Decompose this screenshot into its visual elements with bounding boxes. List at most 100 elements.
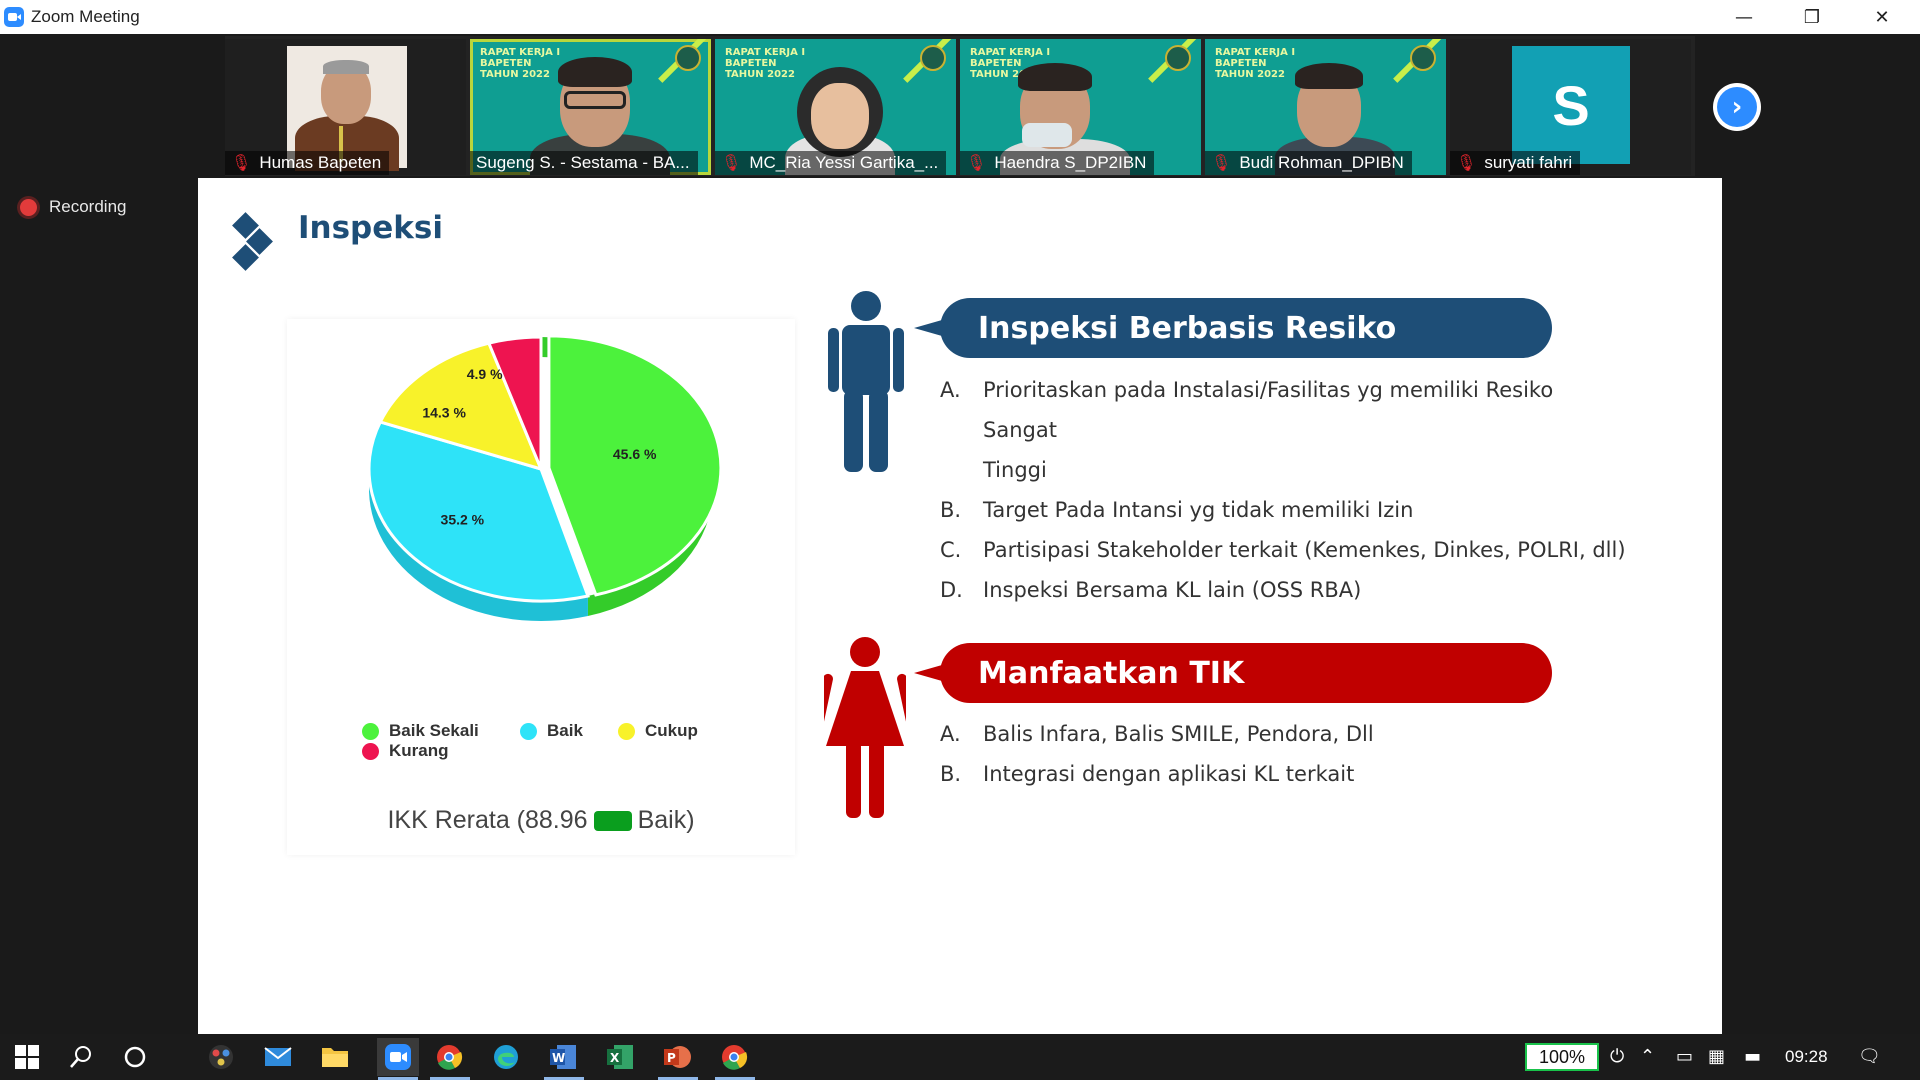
list-item: B. Integrasi dengan aplikasi KL terkait (940, 762, 1355, 786)
callout-heading: Manfaatkan TIK (978, 655, 1245, 691)
recording-indicator[interactable]: Recording (20, 197, 127, 217)
slide-title: Inspeksi (298, 210, 443, 246)
svg-text:X: X (610, 1051, 620, 1065)
photos-app-icon[interactable] (206, 1042, 236, 1072)
section1-list: A. Prioritaskan pada Instalasi/Fasilitas … (940, 370, 1630, 610)
ikk-status-bar (593, 810, 632, 831)
list-item: B. Target Pada Intansi yg tidak memiliki … (940, 498, 1414, 522)
participant-video-strip: 🎙 Humas Bapeten RAPAT KERJA I BAPETEN TAH… (225, 36, 1695, 176)
section2-list: A. Balis Infara, Balis SMILE, Pendora, Dl… (940, 714, 1630, 794)
participant-name: 🎙 MC_Ria Yessi Gartika_... (715, 151, 947, 175)
battery-percentage[interactable]: 100% (1525, 1043, 1599, 1071)
mail-icon[interactable] (263, 1042, 293, 1072)
legend-item: Cukup (618, 721, 698, 741)
network-icon[interactable]: ▦ (1708, 1046, 1725, 1067)
face-mask (1022, 123, 1072, 147)
zoom-app-icon (4, 7, 24, 27)
edge-icon[interactable] (491, 1042, 521, 1072)
muted-mic-icon: 🎙 (966, 155, 987, 172)
list-item: D. Inspeksi Bersama KL lain (OSS RBA) (940, 578, 1362, 602)
legend-swatch (362, 722, 379, 740)
callout-heading: Inspeksi Berbasis Resiko (978, 310, 1397, 346)
window-titlebar: Zoom Meeting — ❐ ✕ (0, 0, 1920, 34)
pie-data-label: 14.3 % (422, 405, 466, 421)
pie-chart: 45.6 % 35.2 % 14.3 % 4.9 % (367, 334, 723, 621)
recording-dot-icon (20, 198, 37, 216)
list-item: A. Balis Infara, Balis SMILE, Pendora, Dl… (940, 722, 1374, 746)
participant-tile[interactable]: RAPAT KERJA I BAPETEN TAHUN 2022 🎙 Budi R… (1205, 39, 1446, 175)
bapeten-seal-icon (675, 45, 701, 71)
callout-manfaatkan-tik: Manfaatkan TIK (914, 643, 1552, 703)
muted-mic-icon: 🎙 (1211, 155, 1232, 172)
powerpoint-icon[interactable]: P (662, 1042, 692, 1072)
excel-icon[interactable]: X (605, 1042, 635, 1072)
participant-tile[interactable]: 🎙 Humas Bapeten (225, 39, 466, 175)
muted-mic-icon: 🎙 (231, 155, 252, 172)
participant-tile[interactable]: RAPAT KERJA I BAPETEN TAHUN 2022 🎙 Haendr… (960, 39, 1201, 175)
participant-tile[interactable]: RAPAT KERJA I BAPETEN TAHUN 2022 🎙 MC_Ria… (715, 39, 956, 175)
list-item: A. Prioritaskan pada Instalasi/Fasilitas … (940, 378, 1554, 442)
bapeten-seal-icon (1165, 45, 1191, 71)
minimize-button[interactable]: — (1710, 0, 1778, 34)
cortana-icon[interactable] (120, 1042, 150, 1072)
participant-name: 🎙 Budi Rohman_DPIBN (1205, 151, 1412, 175)
battery-icon[interactable]: ▬ (1744, 1046, 1761, 1067)
windows-start-icon[interactable] (12, 1042, 42, 1072)
pie-chart-card: 45.6 % 35.2 % 14.3 % 4.9 % Baik Sekali Baik… (287, 319, 795, 855)
list-item: Tinggi (983, 458, 1047, 482)
chrome-icon[interactable] (719, 1042, 749, 1072)
participant-photo (287, 46, 407, 171)
muted-mic-icon: 🎙 (721, 155, 742, 172)
banner-text: RAPAT KERJA I BAPETEN TAHUN 2022 (1215, 47, 1296, 80)
bapeten-seal-icon (1410, 45, 1436, 71)
shared-screen-slide: Inspeksi 45.6 % 35.2 % 14.3 % 4.9 % Baik Se… (198, 178, 1722, 1034)
list-item: C. Partisipasi Stakeholder terkait (Kemen… (940, 538, 1626, 562)
callout-tail (914, 320, 942, 336)
participant-tile-active-speaker[interactable]: RAPAT KERJA I BAPETEN TAHUN 2022 Sugeng … (470, 39, 711, 175)
muted-mic-icon: 🎙 (1456, 155, 1477, 172)
participant-name: 🎙 Haendra S_DP2IBN (960, 151, 1155, 175)
pie-data-label: 45.6 % (613, 446, 657, 462)
participant-tile[interactable]: S 🎙 suryati fahri (1450, 39, 1691, 175)
glasses (564, 91, 626, 109)
legend-swatch (362, 742, 379, 760)
male-figure-icon (828, 291, 904, 472)
pie-data-label: 35.2 % (441, 511, 485, 527)
chrome-icon[interactable] (434, 1042, 464, 1072)
restore-button[interactable]: ❐ (1778, 0, 1846, 34)
pie-data-label: 4.9 % (467, 366, 503, 382)
participant-name: 🎙 suryati fahri (1450, 151, 1581, 175)
legend-swatch (618, 722, 635, 740)
ikk-summary: IKK Rerata (88.96 Baik) (287, 806, 795, 835)
power-plug-icon[interactable]: ⏻ (1610, 1046, 1624, 1067)
ikk-suffix: Baik) (637, 806, 695, 834)
callout-tail (914, 665, 942, 681)
participant-avatar: S (1512, 46, 1630, 164)
next-participants-button[interactable]: › (1713, 83, 1761, 131)
close-button[interactable]: ✕ (1848, 0, 1916, 34)
legend-item: Baik Sekali (362, 721, 479, 741)
participant-name: Sugeng S. - Sestama - BA... (470, 151, 698, 175)
window-title: Zoom Meeting (31, 7, 140, 26)
legend-item: Baik (520, 721, 583, 741)
svg-text:W: W (552, 1051, 565, 1065)
banner-text: RAPAT KERJA I BAPETEN TAHUN 2022 (480, 47, 561, 80)
legend-swatch (520, 722, 537, 740)
banner-text: RAPAT KERJA I BAPETEN TAHUN 2022 (725, 47, 806, 80)
female-figure-icon (824, 637, 906, 818)
search-icon[interactable] (66, 1042, 96, 1072)
callout-inspeksi-berbasis-resiko: Inspeksi Berbasis Resiko (914, 298, 1552, 358)
notifications-icon[interactable]: 🗨 (1858, 1046, 1881, 1067)
svg-text:P: P (667, 1051, 676, 1065)
zoom-taskbar-icon[interactable] (377, 1038, 419, 1076)
meet-now-icon[interactable]: ▭ (1676, 1046, 1693, 1067)
legend-item: Kurang (362, 741, 449, 761)
chevron-right-icon: › (1717, 87, 1757, 127)
bapeten-seal-icon (920, 45, 946, 71)
ikk-prefix: IKK Rerata (88.96 (387, 806, 588, 834)
file-explorer-icon[interactable] (320, 1042, 350, 1072)
word-icon[interactable]: W (548, 1042, 578, 1072)
chevron-up-icon[interactable]: ⌃ (1640, 1046, 1655, 1067)
taskbar-clock[interactable]: 09:28 (1785, 1047, 1828, 1067)
participant-name: 🎙 Humas Bapeten (225, 151, 390, 175)
